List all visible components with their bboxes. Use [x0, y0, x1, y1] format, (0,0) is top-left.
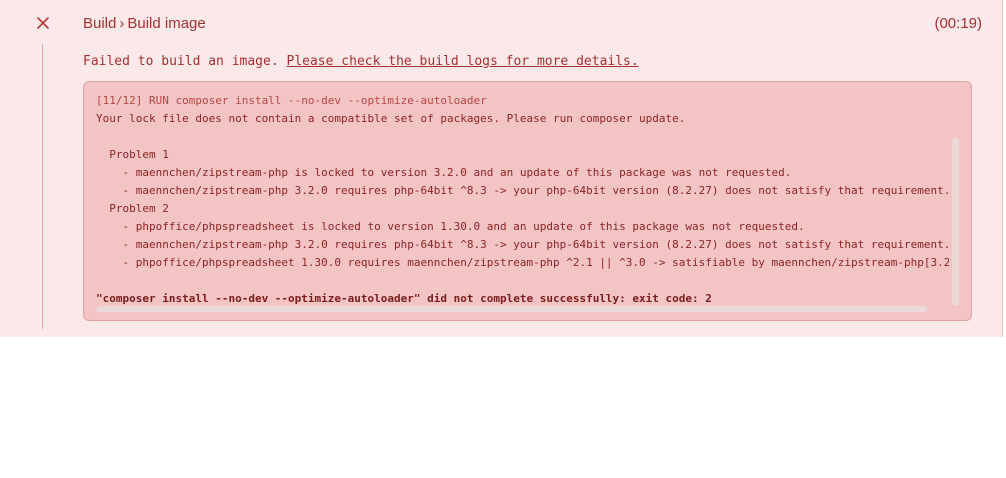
breadcrumb-separator: › [119, 15, 125, 32]
error-message: Failed to build an image. Please check t… [83, 54, 639, 69]
log-line: - phpoffice/phpspreadsheet 1.30.0 requir… [96, 256, 949, 269]
horizontal-scrollbar[interactable] [96, 306, 927, 312]
timeline-line [42, 44, 43, 329]
build-logs-link[interactable]: Please check the build logs for more det… [287, 54, 639, 69]
log-line: - maennchen/zipstream-php is locked to v… [96, 166, 792, 179]
log-line: Problem 2 [96, 202, 169, 215]
elapsed-time: (00:19) [934, 15, 982, 32]
log-line: [11/12] RUN composer install --no-dev --… [96, 94, 487, 107]
build-log-box[interactable]: [11/12] RUN composer install --no-dev --… [83, 81, 972, 321]
breadcrumb-build: Build [83, 15, 117, 32]
close-icon[interactable] [32, 12, 54, 34]
log-line: "composer install --no-dev --optimize-au… [96, 292, 712, 305]
log-line: Problem 1 [96, 148, 169, 161]
log-line: - phpoffice/phpspreadsheet is locked to … [96, 220, 805, 233]
build-step-panel: Build › Build image (00:19) Failed to buil… [0, 0, 1003, 337]
close-icon-glyph [37, 17, 49, 29]
error-message-text: Failed to build an image. [83, 54, 287, 69]
log-line: - maennchen/zipstream-php 3.2.0 requires… [96, 184, 949, 197]
log-line: - maennchen/zipstream-php 3.2.0 requires… [96, 238, 949, 251]
breadcrumb-build-image: Build image [127, 15, 206, 32]
step-breadcrumb: Build › Build image [83, 15, 206, 32]
vertical-scrollbar[interactable] [952, 138, 959, 306]
build-log-content: [11/12] RUN composer install --no-dev --… [96, 92, 949, 306]
log-line: Your lock file does not contain a compat… [96, 112, 686, 125]
